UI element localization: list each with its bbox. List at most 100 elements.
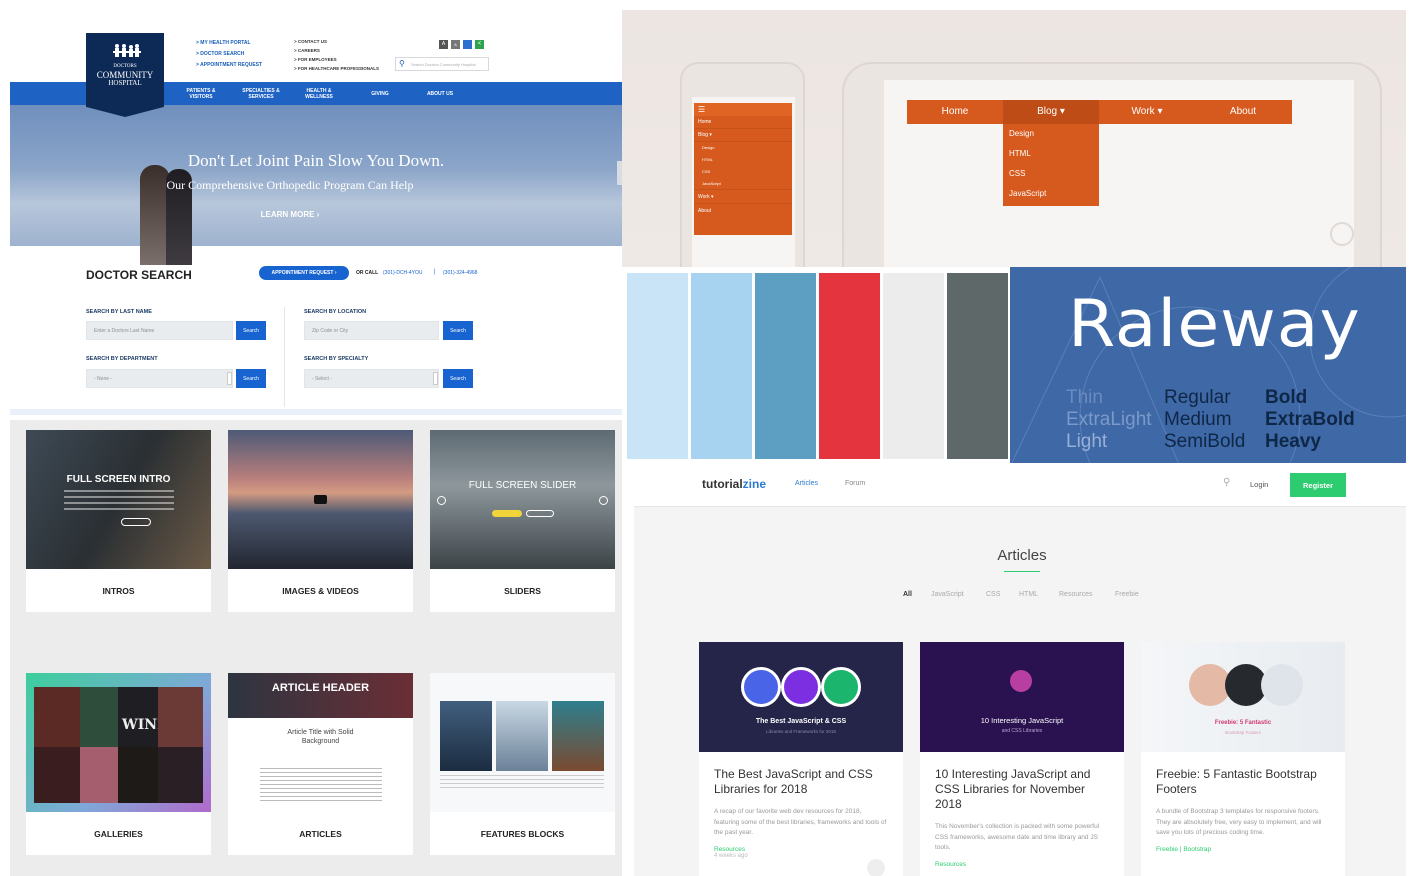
- location-input[interactable]: Zip Code or City: [304, 321, 439, 340]
- filter-freebie[interactable]: Freebie: [1115, 591, 1139, 598]
- mobile-item-blog[interactable]: Blog ▾: [694, 129, 792, 142]
- g-icon: [821, 667, 861, 707]
- desktop-item-blog[interactable]: Blog ▾: [1003, 100, 1099, 124]
- appointment-button[interactable]: APPOINTMENT REQUEST ›: [259, 266, 349, 280]
- article-1-title[interactable]: The Best JavaScript and CSS Libraries fo…: [699, 767, 903, 797]
- link-professionals[interactable]: > FOR HEALTHCARE PROFESSIONALS: [294, 64, 379, 73]
- filter-javascript[interactable]: JavaScript: [931, 591, 964, 598]
- mobile-item-design[interactable]: Design: [694, 142, 792, 154]
- mobile-item-about[interactable]: About: [694, 204, 792, 218]
- mobile-item-html[interactable]: HTML: [694, 154, 792, 166]
- filter-html[interactable]: HTML: [1019, 591, 1038, 598]
- link-doctor-search[interactable]: > DOCTOR SEARCH: [196, 49, 262, 60]
- text-small-icon[interactable]: A: [451, 40, 460, 49]
- hero-cta[interactable]: LEARN MORE ›: [10, 210, 570, 219]
- tz-nav-forum[interactable]: Forum: [845, 480, 865, 487]
- article-card-1[interactable]: The Best JavaScript & CSS Libraries and …: [699, 642, 903, 876]
- article-1-cover-title: The Best JavaScript & CSS: [755, 718, 847, 725]
- link-health-portal[interactable]: > MY HEALTH PORTAL: [196, 38, 262, 49]
- bottom-band: [10, 409, 622, 415]
- template-card-images[interactable]: IMAGES & VIDEOS: [228, 430, 413, 612]
- play-icon[interactable]: [314, 495, 327, 504]
- template-card-intros[interactable]: FULL SCREEN INTRO INTROS: [26, 430, 211, 612]
- nav-specialties[interactable]: SPECIALTIES & SERVICES: [239, 88, 283, 100]
- article-card-3[interactable]: Freebie: 5 Fantastic Bootstrap Footers F…: [1141, 642, 1345, 876]
- share-icon[interactable]: <: [475, 40, 484, 49]
- last-name-input[interactable]: Enter a Doctors Last Name: [86, 321, 233, 340]
- features-caption: FEATURES BLOCKS: [480, 829, 565, 839]
- last-name-search-button[interactable]: Search: [236, 321, 266, 340]
- desktop-item-home[interactable]: Home: [907, 100, 1003, 124]
- link-appointment[interactable]: > APPOINTMENT REQUEST: [196, 60, 262, 71]
- link-contact[interactable]: > CONTACT US: [294, 37, 379, 46]
- article-1-cover: The Best JavaScript & CSS Libraries and …: [699, 642, 903, 752]
- link-careers[interactable]: > CAREERS: [294, 46, 379, 55]
- nav-about[interactable]: ABOUT US: [422, 91, 458, 97]
- dropdown-html[interactable]: HTML: [1003, 144, 1099, 164]
- article-3-tag[interactable]: Freebie | Bootstrap: [1141, 846, 1345, 853]
- tz-nav-articles[interactable]: Articles: [795, 480, 818, 487]
- template-card-sliders[interactable]: FULL SCREEN SLIDER SLIDERS: [430, 430, 615, 612]
- template-card-articles[interactable]: ARTICLE HEADER Article Title with Solid …: [228, 673, 413, 855]
- intros-button[interactable]: [121, 518, 151, 526]
- article-2-title[interactable]: 10 Interesting JavaScript and CSS Librar…: [920, 767, 1124, 812]
- location-search-button[interactable]: Search: [443, 321, 473, 340]
- department-search-button[interactable]: Search: [236, 369, 266, 388]
- specialty-select[interactable]: - Select -: [304, 369, 439, 388]
- dropdown-css[interactable]: CSS: [1003, 164, 1099, 184]
- site-search[interactable]: ⚲ Search Doctors Community Hospital: [395, 57, 489, 71]
- dropdown-javascript[interactable]: JavaScript: [1003, 184, 1099, 204]
- hamburger-icon[interactable]: ☰: [694, 103, 792, 116]
- hospital-logo[interactable]: DOCTORS COMMUNITY HOSPITAL: [86, 33, 164, 117]
- slider-outline-button[interactable]: [526, 510, 554, 517]
- location-label: SEARCH BY LOCATION: [304, 309, 367, 315]
- article-1-bookmark-icon[interactable]: [867, 859, 885, 876]
- link-employees[interactable]: > FOR EMPLOYEES: [294, 55, 379, 64]
- articles-thumbnail: ARTICLE HEADER Article Title with Solid …: [228, 673, 413, 812]
- desktop-item-work[interactable]: Work ▾: [1099, 100, 1195, 124]
- filter-resources[interactable]: Resources: [1059, 591, 1092, 598]
- logo-line3: HOSPITAL: [108, 79, 142, 87]
- nav-patients[interactable]: PATIENTS & VISITORS: [183, 88, 219, 100]
- sliders-thumbnail: FULL SCREEN SLIDER: [430, 430, 615, 569]
- nav-giving[interactable]: GIVING: [365, 91, 395, 97]
- article-text-lines: [260, 768, 382, 804]
- tz-logo[interactable]: tutorialzine: [702, 477, 766, 491]
- print-icon[interactable]: [463, 40, 472, 49]
- article-2-tag[interactable]: Resources: [920, 861, 1124, 868]
- swatch-2: [691, 273, 752, 459]
- template-card-features[interactable]: FEATURES BLOCKS: [430, 673, 615, 855]
- phone-2[interactable]: (301)-324-4968: [443, 270, 477, 276]
- article-1-tag[interactable]: Resources: [699, 846, 903, 853]
- features-thumbnail: [430, 673, 615, 812]
- mobile-item-work[interactable]: Work ▾: [694, 190, 792, 204]
- articles-caption: ARTICLES: [299, 829, 342, 839]
- phone-1[interactable]: (301)-DCH-4YOU: [383, 270, 422, 276]
- mobile-item-home[interactable]: Home: [694, 116, 792, 129]
- mobile-item-javascript[interactable]: JavaScript: [694, 178, 792, 190]
- department-select[interactable]: - None -: [86, 369, 233, 388]
- filter-css[interactable]: CSS: [986, 591, 1000, 598]
- specialty-search-button[interactable]: Search: [443, 369, 473, 388]
- article-3-cover: Freebie: 5 Fantastic Bootstrap Footers: [1141, 642, 1345, 752]
- nav-health[interactable]: HEALTH & WELLNESS: [301, 88, 337, 100]
- slider-prev-icon[interactable]: [437, 496, 446, 505]
- desktop-item-about[interactable]: About: [1195, 100, 1291, 124]
- slider-next-icon[interactable]: [599, 496, 608, 505]
- article-1-time: 4 weeks ago: [714, 852, 748, 859]
- filter-all[interactable]: All: [903, 591, 912, 598]
- article-card-2[interactable]: 10 Interesting JavaScript and CSS Librar…: [920, 642, 1124, 876]
- article-3-title[interactable]: Freebie: 5 Fantastic Bootstrap Footers: [1141, 767, 1345, 797]
- tz-search-icon[interactable]: ⚲: [1223, 477, 1230, 488]
- slider-yellow-button[interactable]: [492, 510, 522, 517]
- template-card-galleries[interactable]: WINE GALLERIES: [26, 673, 211, 855]
- galleries-thumbnail: WINE: [26, 673, 211, 812]
- tz-login[interactable]: Login: [1250, 480, 1268, 489]
- dropdown-menu: Design HTML CSS JavaScript: [1003, 124, 1099, 206]
- mobile-item-css[interactable]: CSS: [694, 166, 792, 178]
- gallery-tile-7: [118, 747, 158, 803]
- article-header-band: [228, 673, 413, 718]
- dropdown-design[interactable]: Design: [1003, 124, 1099, 144]
- text-size-icon[interactable]: A: [439, 40, 448, 49]
- tz-register-button[interactable]: Register: [1290, 473, 1346, 497]
